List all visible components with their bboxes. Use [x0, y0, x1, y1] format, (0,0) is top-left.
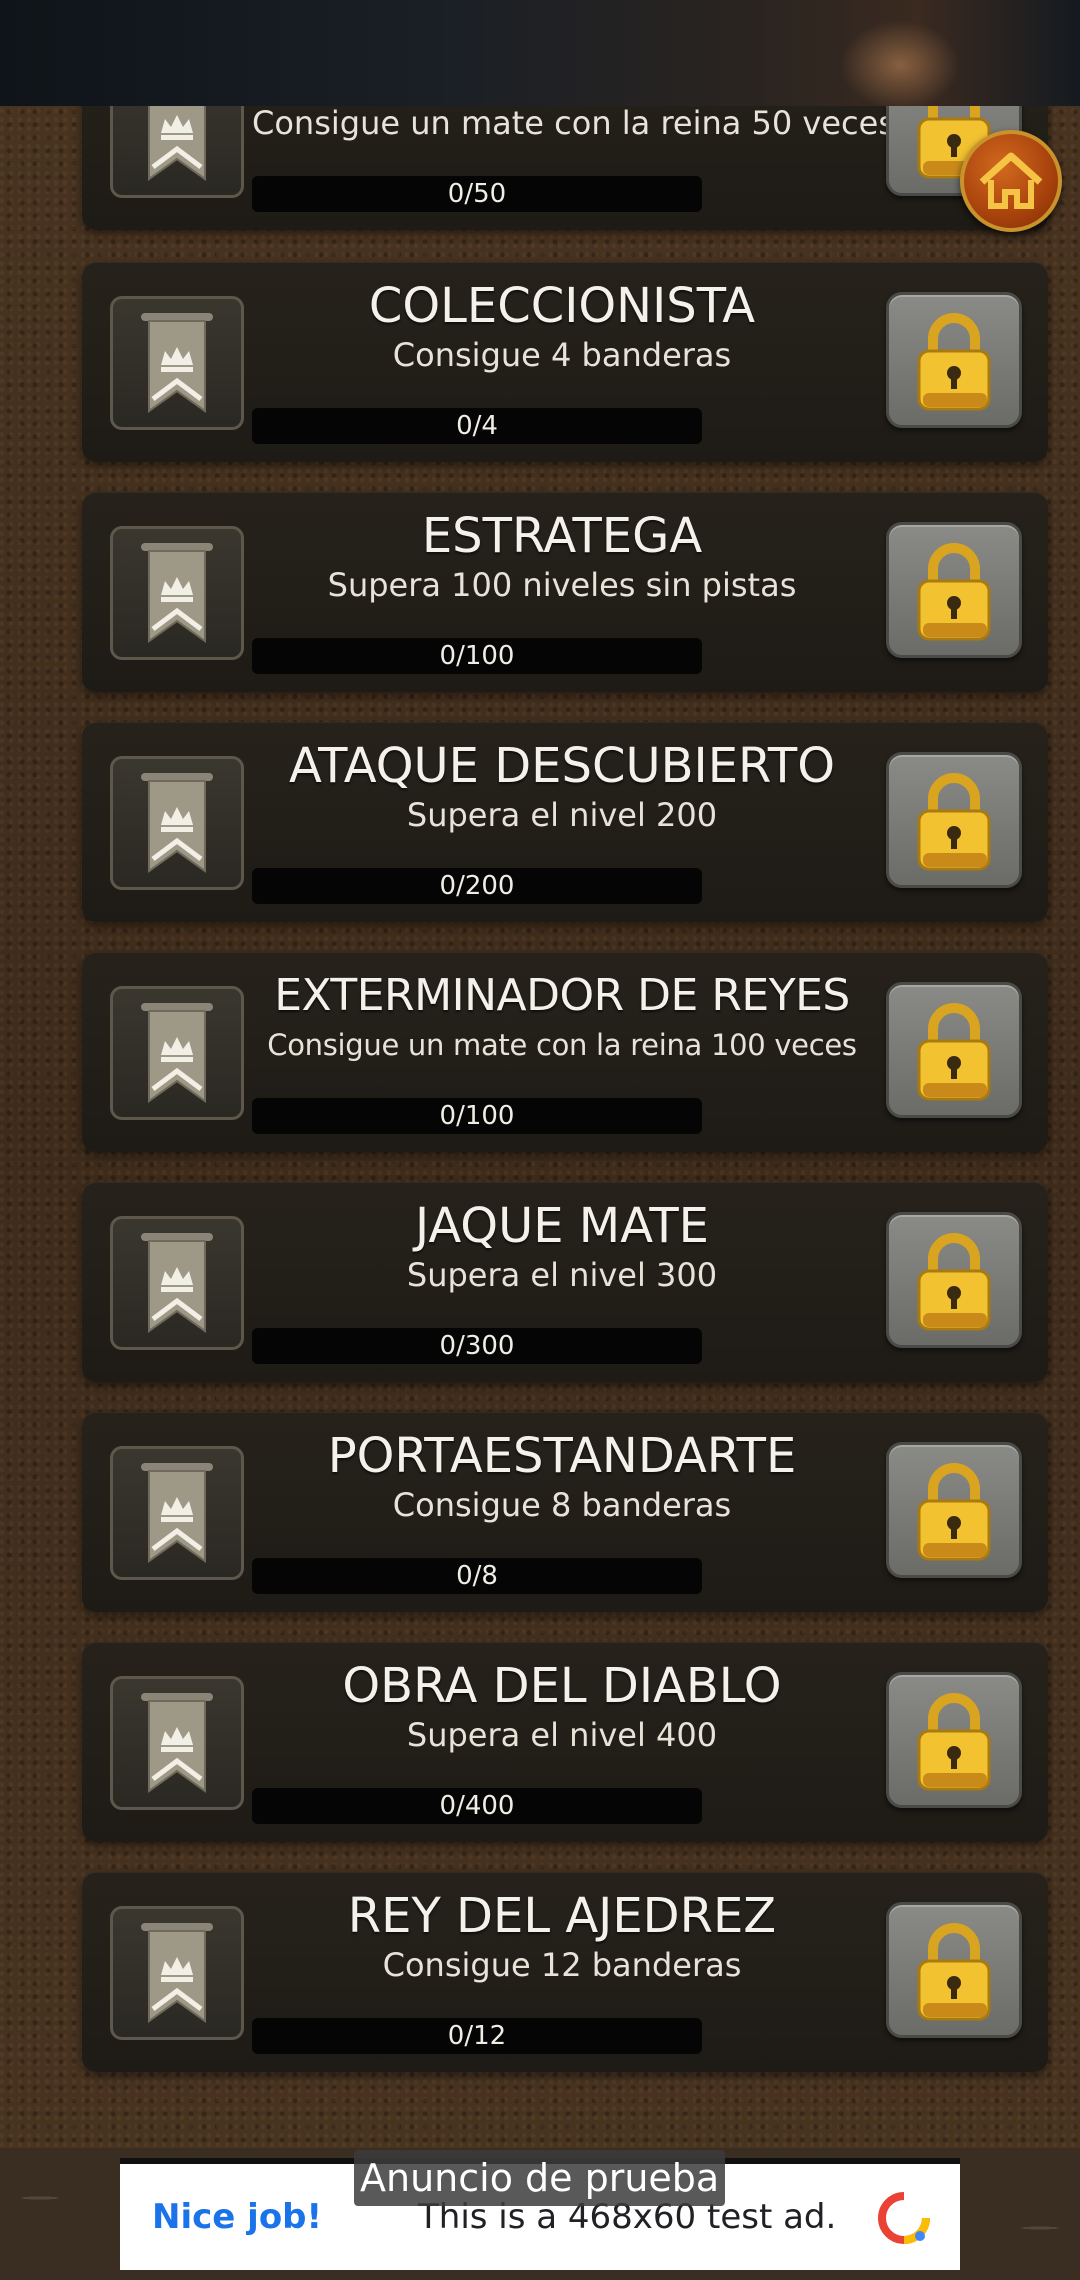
padlock-icon[interactable] [886, 982, 1022, 1118]
achievement-title: JAQUE MATE [415, 1198, 709, 1254]
achievement-card[interactable]: JAQUE MATE Supera el nivel 300 0/300 [82, 1182, 1048, 1382]
achievement-progress-bar: 0/100 [252, 1098, 702, 1134]
achievement-card[interactable]: ESTRATEGA Supera 100 niveles sin pistas … [82, 492, 1048, 692]
achievement-title: PORTAESTANDARTE [327, 1428, 797, 1484]
achievement-description: Supera el nivel 200 [406, 796, 718, 834]
achievement-title: OBRA DEL DIABLO [342, 1658, 782, 1714]
achievement-progress-text: 0/50 [447, 179, 507, 209]
crown-banner-icon [110, 986, 244, 1120]
status-bar [0, 0, 1080, 110]
achievement-progress-text: 0/400 [439, 1791, 515, 1821]
crown-banner-icon [110, 1906, 244, 2040]
achievement-progress-text: 0/4 [456, 411, 498, 441]
achievement-progress-text: 0/100 [439, 1101, 515, 1131]
achievement-description: Consigue 8 banderas [392, 1486, 732, 1524]
achievement-title: ATAQUE DESCUBIERTO [289, 738, 835, 794]
padlock-icon[interactable] [886, 292, 1022, 428]
home-button[interactable] [960, 130, 1062, 232]
achievement-card[interactable]: COLECCIONISTA Consigue 4 banderas 0/4 [82, 262, 1048, 462]
achievement-progress-bar: 0/4 [252, 408, 702, 444]
achievement-progress-text: 0/12 [447, 2021, 507, 2051]
achievements-list[interactable]: Consigue un mate con la reina 50 veces 0… [0, 0, 1080, 2148]
achievement-card[interactable]: OBRA DEL DIABLO Supera el nivel 400 0/40… [82, 1642, 1048, 1842]
achievement-description: Consigue un mate con la reina 100 veces [267, 1028, 857, 1062]
achievement-description: Consigue 4 banderas [392, 336, 732, 374]
achievement-title: COLECCIONISTA [368, 278, 756, 334]
achievement-card[interactable]: ATAQUE DESCUBIERTO Supera el nivel 200 0… [82, 722, 1048, 922]
achievement-card[interactable]: EXTERMINADOR DE REYES Consigue un mate c… [82, 952, 1048, 1152]
achievement-description: Supera el nivel 300 [406, 1256, 718, 1294]
achievement-progress-bar: 0/50 [252, 176, 702, 212]
padlock-icon[interactable] [886, 752, 1022, 888]
padlock-icon[interactable] [886, 1442, 1022, 1578]
achievement-description: Supera 100 niveles sin pistas [327, 566, 797, 604]
ad-headline: Nice job! [152, 2197, 323, 2237]
achievement-card[interactable]: PORTAESTANDARTE Consigue 8 banderas 0/8 [82, 1412, 1048, 1612]
crown-banner-icon [110, 1676, 244, 1810]
crown-banner-icon [110, 1446, 244, 1580]
achievement-title: ESTRATEGA [421, 508, 703, 564]
padlock-icon[interactable] [886, 1672, 1022, 1808]
home-icon [979, 152, 1043, 209]
padlock-icon[interactable] [886, 1902, 1022, 2038]
achievement-progress-bar: 0/8 [252, 1558, 702, 1594]
ad-logo-icon [878, 2192, 930, 2244]
achievement-description: Consigue 12 banderas [382, 1946, 742, 1984]
achievement-progress-bar: 0/200 [252, 868, 702, 904]
achievement-title: REY DEL AJEDREZ [347, 1888, 777, 1944]
achievement-progress-text: 0/8 [456, 1561, 498, 1591]
achievement-progress-bar: 0/12 [252, 2018, 702, 2054]
achievement-card[interactable]: REY DEL AJEDREZ Consigue 12 banderas 0/1… [82, 1872, 1048, 2072]
ad-test-label: Anuncio de prueba [354, 2150, 726, 2206]
achievement-description: Consigue un mate con la reina 50 veces [252, 104, 895, 142]
achievement-progress-text: 0/300 [439, 1331, 515, 1361]
achievement-description: Supera el nivel 400 [406, 1716, 718, 1754]
achievement-title: EXTERMINADOR DE REYES [274, 970, 850, 1021]
achievement-progress-text: 0/100 [439, 641, 515, 671]
achievement-progress-text: 0/200 [439, 871, 515, 901]
achievement-progress-bar: 0/300 [252, 1328, 702, 1364]
crown-banner-icon [110, 296, 244, 430]
padlock-icon[interactable] [886, 522, 1022, 658]
crown-banner-icon [110, 526, 244, 660]
crown-banner-icon [110, 1216, 244, 1350]
padlock-icon[interactable] [886, 1212, 1022, 1348]
achievement-progress-bar: 0/100 [252, 638, 702, 674]
crown-banner-icon [110, 756, 244, 890]
achievement-progress-bar: 0/400 [252, 1788, 702, 1824]
